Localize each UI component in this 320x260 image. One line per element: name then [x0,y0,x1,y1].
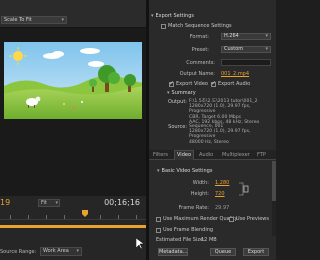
frame-blending-label: Use Frame Blending [163,227,214,233]
export-audio-label: Export Audio [218,81,251,87]
timeline-scrubber[interactable]: Source Range: Work Area ▾ [0,210,146,260]
export-video-checkbox[interactable] [169,80,174,87]
source-range-value: Work Area [43,248,69,254]
source-range-row: Source Range: Work Area ▾ [0,246,146,258]
use-previews-label: Use Previews [236,216,269,222]
match-sequence-checkbox[interactable] [161,24,166,29]
match-sequence-label: Match Sequence Settings [168,23,232,29]
format-value: H.264 [224,33,239,39]
chevron-down-icon: ▾ [76,248,79,254]
width-label: Width: [192,180,209,186]
metadata-button[interactable]: Metadata... [158,248,188,256]
summary-source-key: Source: [168,124,187,130]
summary-header[interactable]: ▾ Summary [167,90,196,96]
file-size-value: 12 MB [201,237,217,243]
time-ruler [0,210,146,220]
frame-blending-checkbox[interactable] [156,228,161,233]
video-preview [4,42,142,119]
export-audio-checkbox[interactable] [211,80,216,87]
fit-dropdown[interactable]: Fit ▾ [38,199,60,207]
preset-label: Preset: [191,47,209,53]
queue-button[interactable]: Queue [210,248,236,256]
output-name-link[interactable]: 001_2.mp4 [221,71,249,77]
source-toolbar: Scale To Fit ▾ [0,0,146,28]
export-settings-panel: ▾ Export Settings Match Sequence Settings… [149,0,276,260]
summary-source-line: 48000 Hz, Stereo [189,139,229,145]
summary-source-line: 1280x720 (1.0), 29.97 fps, Progressive [189,129,251,140]
disclosure-triangle-icon: ▾ [157,168,160,174]
source-range-dropdown[interactable]: Work Area ▾ [40,247,82,256]
use-previews-checkbox[interactable] [229,217,234,222]
height-label: Height: [190,191,209,197]
source-range-label: Source Range: [0,249,37,255]
basic-video-title: Basic Video Settings [161,168,213,174]
duration-timecode: 00;16;16 [104,198,140,207]
file-size-label: Estimated File Size: [156,237,205,243]
cartoon-frame-image [4,42,142,119]
scrollbar-thumb[interactable] [272,161,276,201]
export-settings-title: Export Settings [155,13,194,19]
output-name-label: Output Name: [179,71,215,77]
tab-multiplexer[interactable]: Multiplexer [222,152,250,158]
source-panel: Scale To Fit ▾ 19 Fit ▾ 00;16;16 Source … [0,0,146,260]
chevron-down-icon: ▾ [55,200,58,206]
preset-dropdown[interactable]: Custom ▾ [221,46,271,53]
summary-title: Summary [171,90,196,96]
tab-ftp[interactable]: FTP [257,152,266,158]
frame-rate-value: 29.97 [215,205,230,211]
comments-input[interactable] [221,59,271,66]
fit-dropdown-value: Fit [41,200,47,206]
summary-output-value: F:\1.5조\2.도\2013 tutor\001_2 1280x720 (1… [189,99,275,125]
chevron-down-icon: ▾ [265,33,268,39]
height-value[interactable]: 720 [215,191,225,197]
max-render-quality-label: Use Maximum Render Quality [163,216,238,222]
aspect-link-icon[interactable] [239,181,249,197]
tab-filters[interactable]: Filters [153,152,168,158]
width-value[interactable]: 1,280 [215,180,229,186]
timecode-bar: 19 Fit ▾ 00;16;16 [0,196,146,210]
max-render-quality-checkbox[interactable] [156,217,161,222]
summary-output-line: 1280x720 (1.0), 29.97 fps, Progressive [189,104,251,115]
scale-dropdown[interactable]: Scale To Fit ▾ [1,16,67,24]
disclosure-triangle-icon: ▾ [151,13,154,19]
playhead-icon[interactable] [82,210,88,217]
comments-label: Comments: [186,60,215,66]
export-settings-header[interactable]: ▾ Export Settings [151,13,194,19]
current-timecode[interactable]: 19 [0,198,10,207]
tab-video[interactable]: Video [177,152,191,158]
tab-audio[interactable]: Audio [199,152,213,158]
preset-value: Custom [224,46,244,52]
chevron-down-icon: ▾ [61,17,64,23]
summary-output-key: Output: [167,99,187,105]
summary-source-value: Sequence, 001 1280x720 (1.0), 29.97 fps,… [189,124,275,145]
settings-tab-bar: Filters Video Audio Multiplexer FTP [149,150,276,160]
disclosure-triangle-icon: ▾ [167,90,170,96]
frame-rate-label: Frame Rate: [178,205,209,211]
basic-video-header[interactable]: ▾ Basic Video Settings [157,168,212,174]
chevron-down-icon: ▾ [265,46,268,52]
format-dropdown[interactable]: H.264 ▾ [221,33,271,40]
export-button[interactable]: Export [243,248,269,256]
work-area-bar[interactable] [0,225,146,228]
export-video-label: Export Video [176,81,208,87]
format-label: Format: [189,34,209,40]
scale-dropdown-value: Scale To Fit [4,17,32,23]
